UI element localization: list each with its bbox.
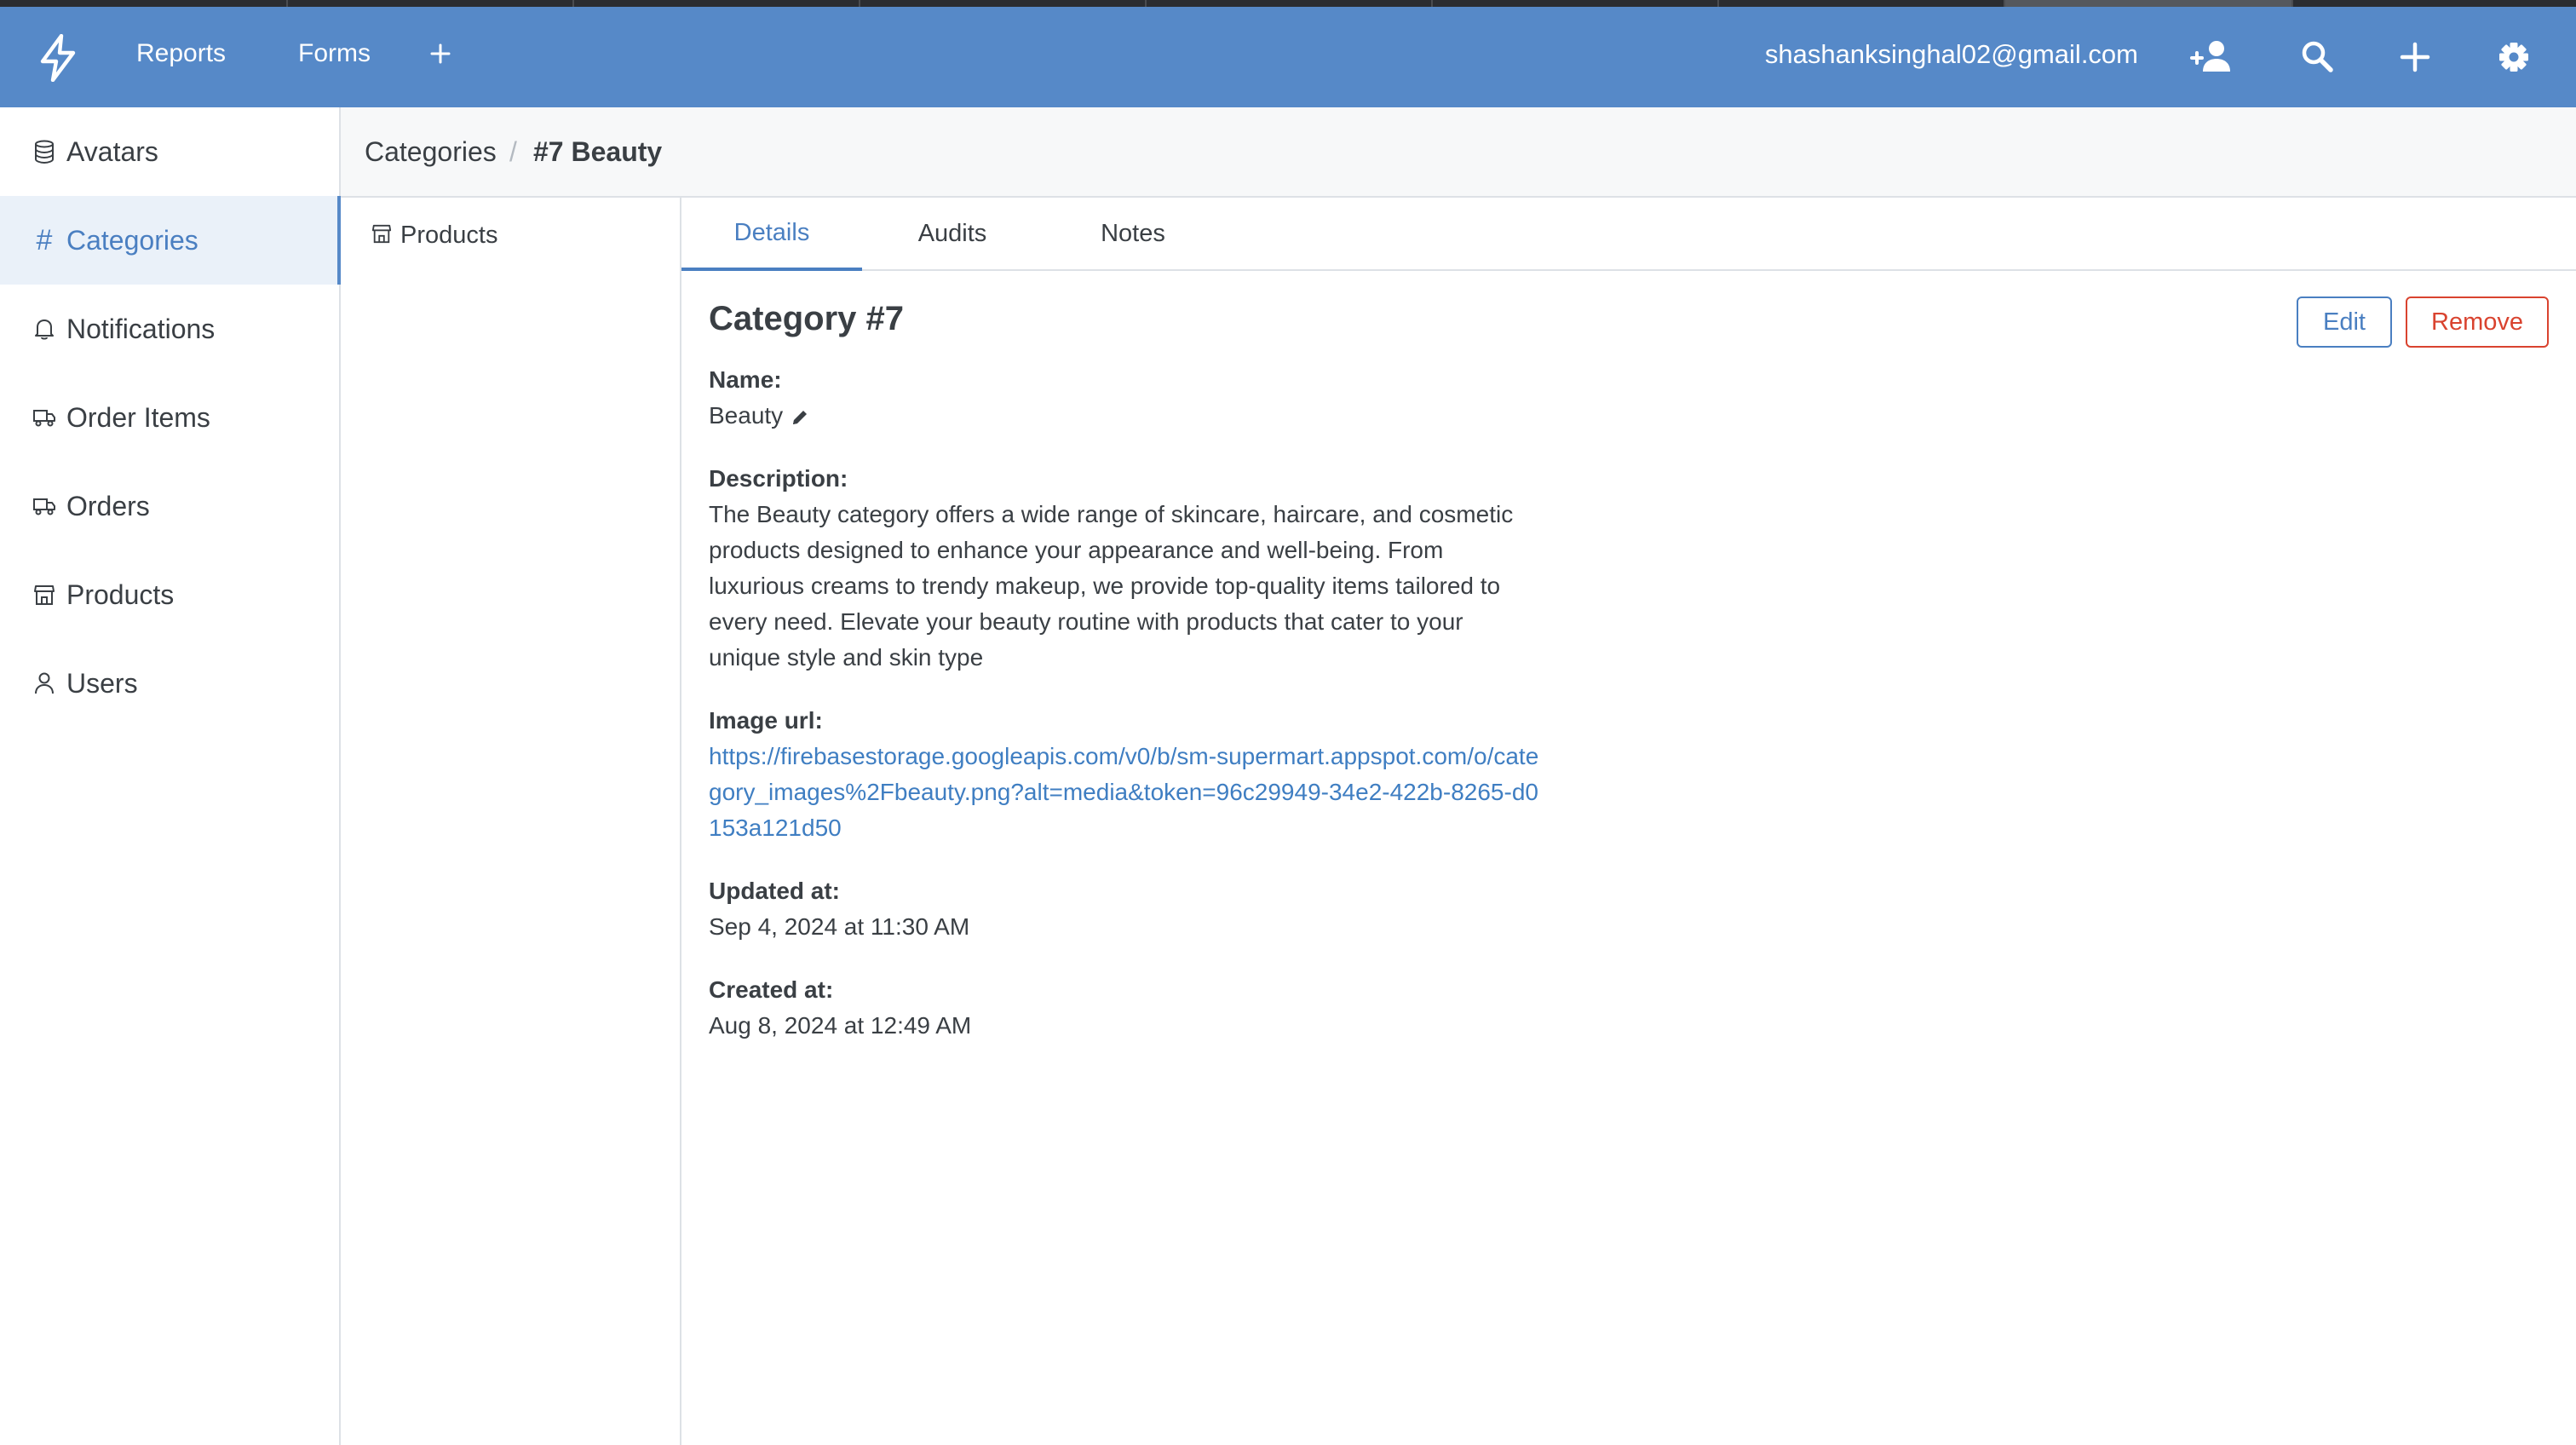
gear-icon[interactable]	[2491, 34, 2537, 80]
updated-at-value: Sep 4, 2024 at 11:30 AM	[709, 913, 970, 940]
sidebar-item-label: Categories	[66, 224, 198, 256]
edit-button[interactable]: Edit	[2297, 296, 2392, 348]
related-item-products[interactable]: Products	[371, 222, 497, 250]
page-title: Category #7	[709, 300, 904, 337]
breadcrumb-separator: /	[509, 136, 517, 167]
store-icon	[32, 583, 56, 607]
browser-tab[interactable]	[574, 0, 860, 7]
tab-audits[interactable]: Audits	[862, 198, 1043, 269]
nav-forms-link[interactable]: Forms	[298, 39, 371, 68]
tab-notes[interactable]: Notes	[1043, 198, 1223, 269]
bell-icon	[32, 317, 56, 341]
name-value: Beauty	[709, 402, 784, 429]
tab-details[interactable]: Details	[681, 198, 862, 271]
browser-tab[interactable]	[1147, 0, 1433, 7]
image-url-link[interactable]: https://firebasestorage.googleapis.com/v…	[709, 739, 1539, 846]
hash-icon: #	[36, 224, 53, 256]
nav-reports-link[interactable]: Reports	[136, 39, 226, 68]
sidebar-item-avatars[interactable]: Avatars	[0, 107, 339, 196]
category-details: Category #7 Name: Beauty Description: Th…	[709, 300, 1561, 1071]
description-value: The Beauty category offers a wide range …	[709, 501, 1514, 671]
search-icon[interactable]	[2295, 34, 2341, 80]
nav-add-plus-icon[interactable]	[428, 41, 453, 66]
image-url-label: Image url:	[709, 707, 823, 734]
bolt-logo-icon[interactable]	[37, 34, 78, 82]
user-icon	[32, 671, 56, 695]
name-label: Name:	[709, 366, 782, 393]
sidebar-item-label: Notifications	[66, 313, 216, 344]
sidebar-item-label: Avatars	[66, 135, 158, 167]
store-icon	[371, 223, 392, 248]
sidebar-item-users[interactable]: Users	[0, 639, 339, 728]
browser-tab[interactable]	[288, 0, 574, 7]
sidebar-item-orders[interactable]: Orders	[0, 462, 339, 550]
sidebar-item-notifications[interactable]: Notifications	[0, 285, 339, 373]
browser-tab[interactable]	[860, 0, 1147, 7]
truck-icon	[32, 494, 56, 518]
browser-tab[interactable]	[0, 0, 288, 7]
sidebar-item-categories[interactable]: # Categories	[0, 196, 341, 285]
sidebar-item-label: Products	[66, 579, 175, 610]
truck-icon	[32, 406, 56, 429]
sidebar-item-order-items[interactable]: Order Items	[0, 373, 339, 462]
remove-button[interactable]: Remove	[2406, 296, 2549, 348]
browser-tab-active[interactable]	[2005, 0, 2293, 7]
sidebar-item-products[interactable]: Products	[0, 550, 339, 639]
name-field: Beauty	[709, 398, 1561, 434]
created-at-label: Created at:	[709, 976, 834, 1003]
created-at-value: Aug 8, 2024 at 12:49 AM	[709, 1012, 972, 1039]
browser-tab[interactable]	[1433, 0, 1719, 7]
user-email[interactable]: shashanksinghal02@gmail.com	[1765, 39, 2138, 70]
database-icon	[32, 140, 56, 164]
create-plus-icon[interactable]	[2392, 34, 2438, 80]
sidebar-item-label: Orders	[66, 490, 150, 521]
sidebar: Avatars # Categories Notifications Order…	[0, 107, 341, 1445]
breadcrumb-current: #7 Beauty	[533, 136, 663, 167]
add-user-icon[interactable]	[2189, 34, 2235, 80]
related-resources-list: Products	[341, 198, 681, 1445]
browser-tab-strip	[0, 0, 2576, 7]
sidebar-item-label: Order Items	[66, 401, 210, 433]
description-label: Description:	[709, 465, 848, 492]
breadcrumb: Categories / #7 Beauty	[341, 107, 2576, 198]
sidebar-item-label: Users	[66, 667, 138, 699]
related-item-label: Products	[400, 222, 498, 249]
breadcrumb-categories-link[interactable]: Categories	[365, 136, 497, 168]
detail-tabs: Details Audits Notes	[681, 198, 2576, 271]
updated-at-label: Updated at:	[709, 878, 840, 904]
browser-tab[interactable]	[1719, 0, 2005, 7]
top-navbar: Reports Forms shashanksinghal02@gmail.co…	[0, 7, 2576, 107]
pencil-icon[interactable]	[790, 407, 810, 428]
